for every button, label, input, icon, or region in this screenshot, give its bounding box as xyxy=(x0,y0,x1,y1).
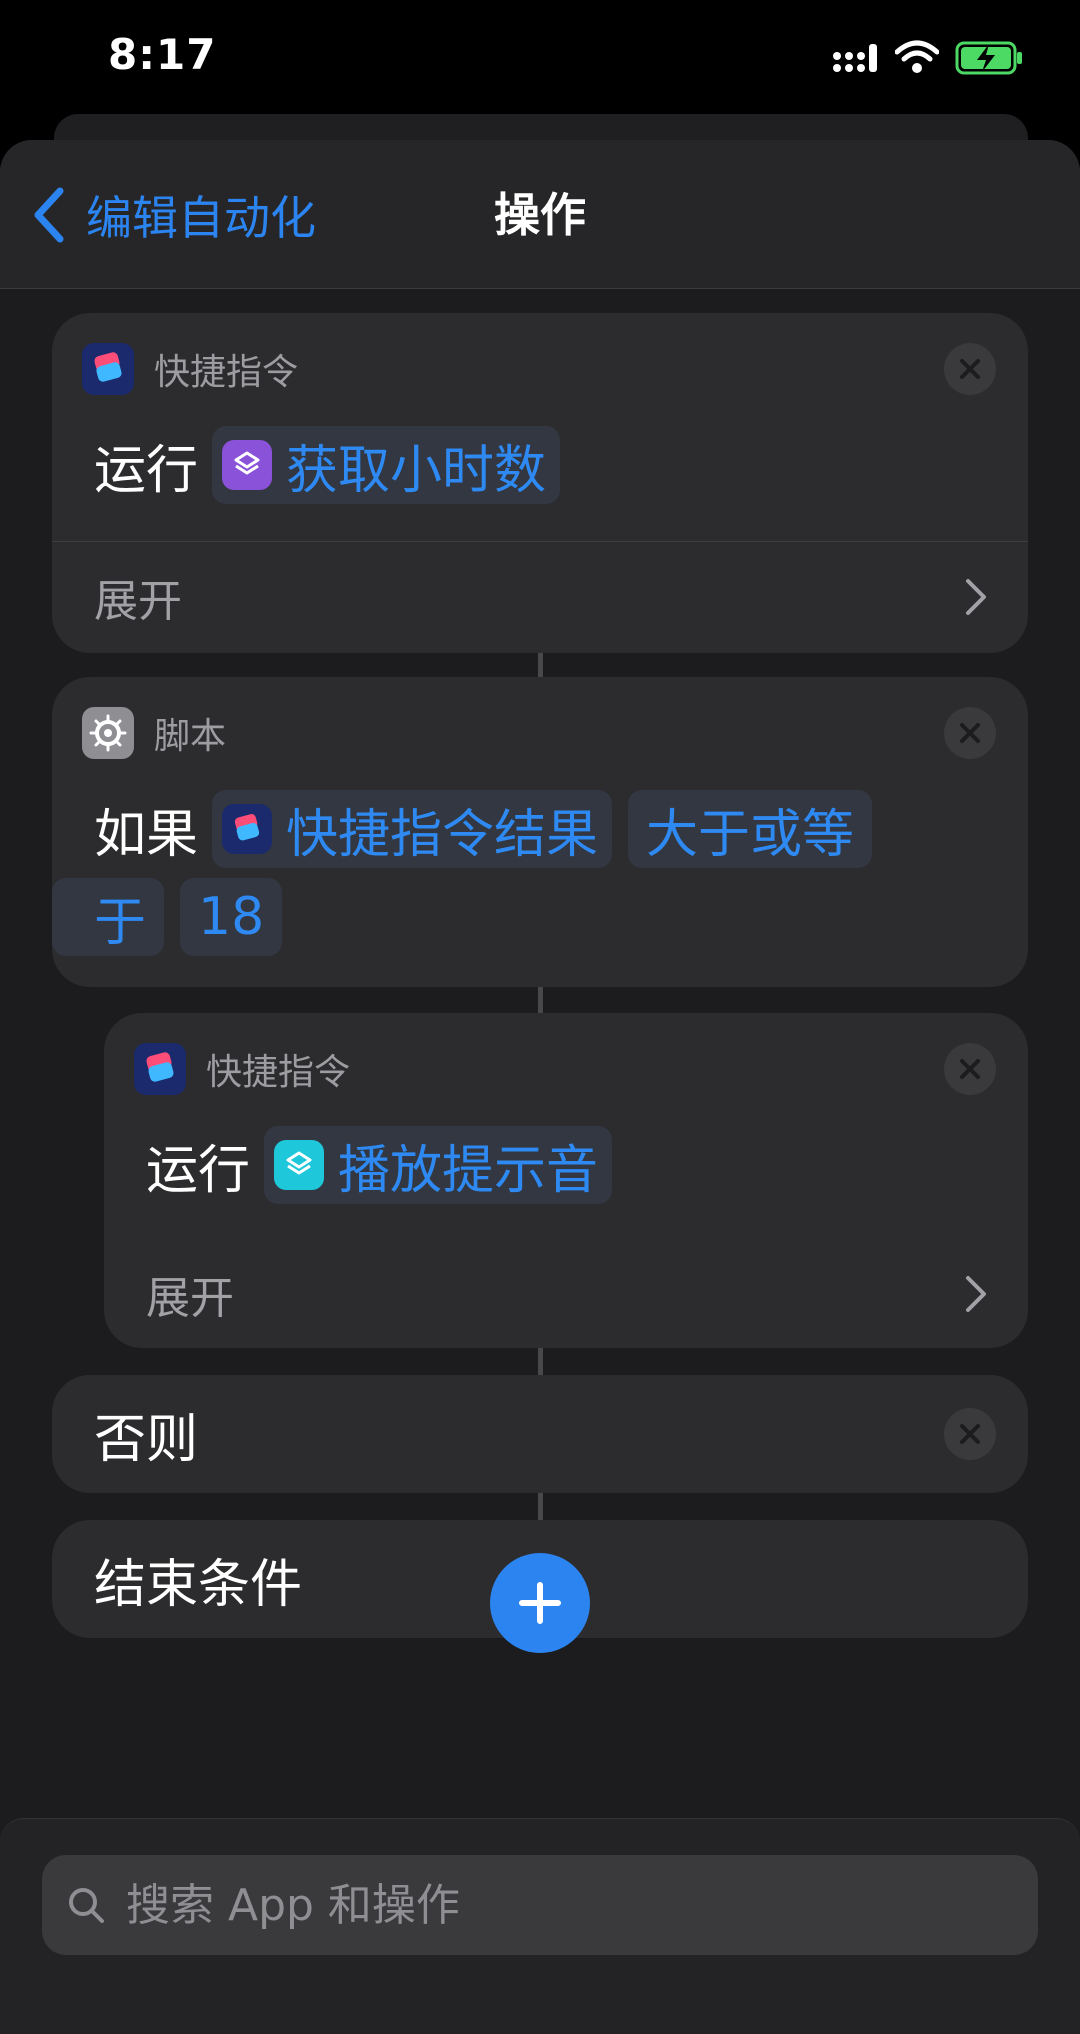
expand-label: 展开 xyxy=(146,1273,234,1324)
wifi-icon xyxy=(895,40,939,73)
action-body: 运行 播放提示音 xyxy=(146,1125,628,1205)
condition-input-token[interactable]: 快捷指令结果 xyxy=(212,790,613,868)
cellular-signal-icon xyxy=(833,44,877,72)
shortcuts-app-icon xyxy=(82,343,134,395)
actions-sheet: 编辑自动化 操作 快捷指令 运行 获取小时数 展开 脚本 如果 快捷指令结果 大… xyxy=(0,140,1080,2033)
condition-value-token[interactable]: 18 xyxy=(180,878,283,956)
action-app-name: 脚本 xyxy=(154,716,227,757)
condition-line-1: 如果 快捷指令结果 大于或等 xyxy=(94,789,888,869)
end-if-label: 结束条件 xyxy=(94,1554,303,1615)
action-header: 脚本 xyxy=(82,707,226,759)
shortcuts-app-icon xyxy=(134,1043,186,1095)
remove-action-button[interactable] xyxy=(944,707,996,759)
search-bar[interactable] xyxy=(42,1855,1038,1955)
condition-line-2: 于 18 xyxy=(52,877,298,957)
action-card-run-get-hour[interactable]: 快捷指令 运行 获取小时数 展开 xyxy=(52,313,1028,653)
action-verb: 运行 xyxy=(94,440,199,501)
flow-connector xyxy=(538,1493,543,1520)
action-card-if[interactable]: 脚本 如果 快捷指令结果 大于或等 于 18 xyxy=(52,677,1028,987)
shortcut-token-label: 获取小时数 xyxy=(286,440,547,501)
flow-connector xyxy=(538,653,543,680)
remove-action-button[interactable] xyxy=(944,1043,996,1095)
shortcut-token[interactable]: 获取小时数 xyxy=(212,426,561,504)
action-body: 运行 获取小时数 xyxy=(94,425,576,505)
shortcut-stack-icon xyxy=(222,440,273,490)
condition-operator-token-cont[interactable]: 于 xyxy=(52,878,165,956)
expand-row[interactable]: 展开 xyxy=(104,1238,1028,1348)
nav-bar: 编辑自动化 操作 xyxy=(0,140,1080,289)
action-card-run-play-sound[interactable]: 快捷指令 运行 播放提示音 展开 xyxy=(104,1013,1028,1348)
otherwise-label: 否则 xyxy=(94,1409,199,1470)
status-time: 8:17 xyxy=(108,30,217,79)
action-header: 快捷指令 xyxy=(82,343,298,395)
gear-icon xyxy=(82,707,134,759)
expand-label: 展开 xyxy=(94,576,182,627)
close-icon xyxy=(960,723,980,743)
add-action-button[interactable] xyxy=(490,1553,590,1653)
action-verb: 如果 xyxy=(94,804,199,865)
action-verb: 运行 xyxy=(146,1140,251,1201)
action-app-name: 快捷指令 xyxy=(206,1052,351,1093)
close-icon xyxy=(960,1424,980,1444)
chevron-right-icon xyxy=(966,1276,986,1312)
shortcut-token-label: 播放提示音 xyxy=(338,1140,599,1201)
shortcuts-app-icon xyxy=(222,804,273,854)
action-search-panel xyxy=(0,1818,1080,2034)
condition-operator-token[interactable]: 大于或等 xyxy=(628,790,873,868)
condition-input-label: 快捷指令结果 xyxy=(286,804,599,865)
status-bar: 8:17 xyxy=(0,0,1080,120)
flow-connector xyxy=(538,1348,543,1375)
plus-icon xyxy=(519,1582,561,1624)
action-card-otherwise[interactable]: 否则 xyxy=(52,1375,1028,1493)
close-icon xyxy=(960,359,980,379)
chevron-right-icon xyxy=(966,579,986,615)
action-app-name: 快捷指令 xyxy=(154,352,299,393)
close-icon xyxy=(960,1059,980,1079)
page-title: 操作 xyxy=(494,188,586,242)
shortcut-token[interactable]: 播放提示音 xyxy=(264,1126,613,1204)
shortcut-stack-icon xyxy=(274,1140,325,1190)
search-input[interactable] xyxy=(124,1878,1008,1932)
action-header: 快捷指令 xyxy=(134,1043,350,1095)
expand-row[interactable]: 展开 xyxy=(52,541,1028,653)
battery-charging-icon xyxy=(955,41,1022,75)
flow-connector xyxy=(538,987,543,1013)
remove-action-button[interactable] xyxy=(944,343,996,395)
magnifier-icon xyxy=(69,1888,104,1923)
remove-action-button[interactable] xyxy=(944,1408,996,1460)
